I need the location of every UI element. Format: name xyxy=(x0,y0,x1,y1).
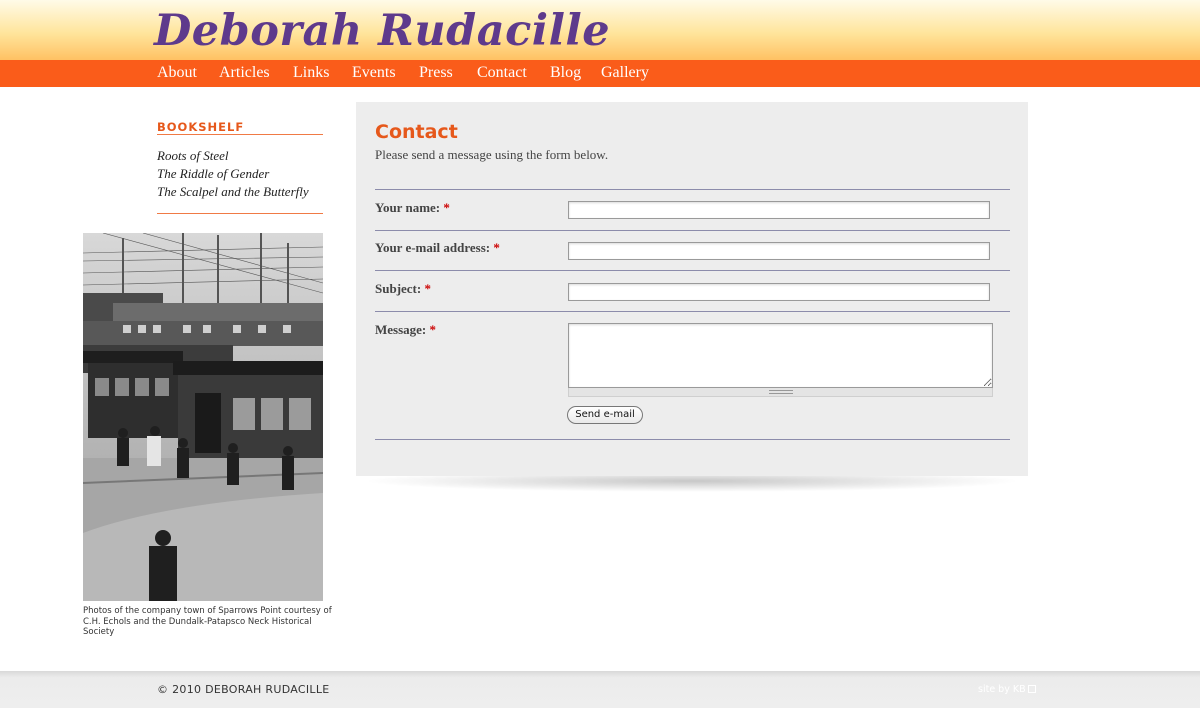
site-credit-link[interactable]: site by KB xyxy=(978,684,1036,695)
site-header: Deborah Rudacille xyxy=(0,0,1200,60)
required-marker: * xyxy=(424,281,431,296)
nav-events[interactable]: Events xyxy=(352,64,396,82)
bookshelf-heading: BOOKSHELF xyxy=(157,120,245,134)
message-field[interactable] xyxy=(568,323,993,388)
subject-label-text: Subject: xyxy=(375,281,422,296)
page-title: Contact xyxy=(375,121,458,143)
required-marker: * xyxy=(429,322,437,337)
email-label-text: Your e-mail address: xyxy=(375,240,491,255)
nav-blog[interactable]: Blog xyxy=(550,64,581,82)
nav-press[interactable]: Press xyxy=(419,64,453,82)
book-link-scalpel-and-butterfly[interactable]: The Scalpel and the Butterfly xyxy=(157,184,309,200)
required-marker: * xyxy=(493,240,500,255)
copyright-text: © 2010 DEBORAH RUDACILLE xyxy=(157,683,330,696)
name-field[interactable] xyxy=(568,201,990,219)
form-divider xyxy=(375,311,1010,312)
sparrows-point-photo xyxy=(83,233,323,601)
email-field[interactable] xyxy=(568,242,990,260)
nav-articles[interactable]: Articles xyxy=(219,64,270,82)
site-footer: © 2010 DEBORAH RUDACILLE site by KB xyxy=(0,671,1200,708)
site-credit-text: site by KB xyxy=(978,684,1026,695)
nav-gallery[interactable]: Gallery xyxy=(601,64,649,82)
grip-icon xyxy=(769,390,793,394)
email-label: Your e-mail address: * xyxy=(375,240,500,256)
send-email-button[interactable]: Send e-mail xyxy=(567,406,643,424)
name-label-text: Your name: xyxy=(375,200,441,215)
form-divider xyxy=(375,230,1010,231)
external-link-icon xyxy=(1027,685,1036,693)
bookshelf-bottom-divider xyxy=(157,213,323,214)
form-divider xyxy=(375,270,1010,271)
required-marker: * xyxy=(443,200,450,215)
message-label: Message: * xyxy=(375,322,436,338)
message-label-text: Message: xyxy=(375,322,427,337)
main-navigation: About Articles Links Events Press Contac… xyxy=(0,60,1200,87)
book-link-riddle-of-gender[interactable]: The Riddle of Gender xyxy=(157,166,269,182)
photo-caption: Photos of the company town of Sparrows P… xyxy=(83,606,332,637)
contact-intro: Please send a message using the form bel… xyxy=(375,147,609,162)
subject-label: Subject: * xyxy=(375,281,431,297)
nav-links[interactable]: Links xyxy=(293,64,329,82)
name-label: Your name: * xyxy=(375,200,450,216)
form-divider xyxy=(375,189,1010,190)
site-title[interactable]: Deborah Rudacille xyxy=(154,6,610,56)
nav-contact[interactable]: Contact xyxy=(477,64,527,82)
nav-about[interactable]: About xyxy=(157,64,197,82)
form-divider xyxy=(375,439,1010,440)
textarea-resize-handle[interactable] xyxy=(568,388,993,397)
book-link-roots-of-steel[interactable]: Roots of Steel xyxy=(157,148,229,164)
subject-field[interactable] xyxy=(568,283,990,301)
bookshelf-divider xyxy=(157,134,323,135)
